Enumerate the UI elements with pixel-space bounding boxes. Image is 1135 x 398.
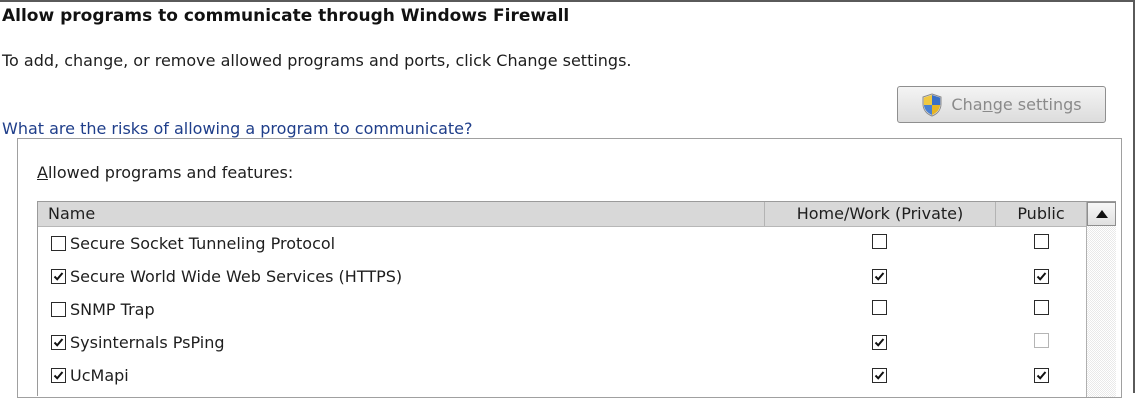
column-header-private[interactable]: Home/Work (Private): [765, 202, 996, 226]
table-header: Name Home/Work (Private) Public: [38, 202, 1086, 227]
checkmark-icon: [53, 338, 64, 347]
column-header-public[interactable]: Public: [996, 202, 1086, 226]
allowed-programs-label: Allowed programs and features:: [37, 163, 294, 182]
program-name: UcMapi: [70, 366, 129, 385]
private-checkbox[interactable]: [872, 335, 887, 350]
private-cell: [872, 300, 887, 319]
checkmark-icon: [1036, 272, 1047, 281]
public-checkbox[interactable]: [1034, 269, 1049, 284]
table-row[interactable]: UcMapi: [38, 359, 1086, 392]
public-checkbox[interactable]: [1034, 300, 1049, 315]
checkmark-icon: [1036, 371, 1047, 380]
enabled-checkbox[interactable]: [51, 368, 66, 383]
private-cell: [872, 234, 887, 253]
public-checkbox: [1034, 333, 1049, 348]
private-checkbox[interactable]: [872, 300, 887, 315]
change-settings-label: Change settings: [951, 95, 1082, 114]
program-cell: Secure Socket Tunneling Protocol: [51, 234, 335, 253]
checkmark-icon: [53, 272, 64, 281]
public-cell: [1034, 234, 1049, 253]
checkmark-icon: [53, 371, 64, 380]
public-cell: [1034, 333, 1049, 352]
private-checkbox[interactable]: [872, 368, 887, 383]
enabled-checkbox[interactable]: [51, 269, 66, 284]
checkmark-icon: [874, 272, 885, 281]
window-frame-top: [0, 0, 1135, 2]
public-cell: [1034, 366, 1049, 385]
enabled-checkbox[interactable]: [51, 236, 66, 251]
table-row[interactable]: Secure World Wide Web Services (HTTPS): [38, 260, 1086, 293]
page-description: To add, change, or remove allowed progra…: [2, 51, 632, 70]
column-header-name[interactable]: Name: [38, 202, 765, 226]
table-row[interactable]: Sysinternals PsPing: [38, 326, 1086, 359]
uac-shield-icon: [922, 92, 942, 117]
page-title: Allow programs to communicate through Wi…: [2, 6, 570, 26]
enabled-checkbox[interactable]: [51, 335, 66, 350]
program-cell: SNMP Trap: [51, 300, 155, 319]
program-name: Sysinternals PsPing: [70, 333, 225, 352]
private-checkbox[interactable]: [872, 234, 887, 249]
public-checkbox[interactable]: [1034, 234, 1049, 249]
program-name: SNMP Trap: [70, 300, 155, 319]
public-cell: [1034, 300, 1049, 319]
public-checkbox[interactable]: [1034, 368, 1049, 383]
program-name: Secure Socket Tunneling Protocol: [70, 234, 336, 253]
allowed-programs-list: Name Home/Work (Private) Public Secure S…: [37, 201, 1116, 397]
checkmark-icon: [874, 371, 885, 380]
change-settings-button[interactable]: Change settings: [897, 86, 1106, 123]
checkmark-icon: [874, 338, 885, 347]
table-row[interactable]: SNMP Trap: [38, 293, 1086, 326]
private-cell: [872, 333, 887, 352]
program-cell: Secure World Wide Web Services (HTTPS): [51, 267, 402, 286]
scroll-up-arrow-icon: [1095, 210, 1108, 218]
risks-help-link[interactable]: What are the risks of allowing a program…: [2, 119, 473, 138]
program-cell: UcMapi: [51, 366, 129, 385]
vertical-scrollbar[interactable]: [1086, 202, 1116, 397]
enabled-checkbox[interactable]: [51, 302, 66, 317]
program-cell: Sysinternals PsPing: [51, 333, 225, 352]
private-cell: [872, 366, 887, 385]
scroll-up-button[interactable]: [1087, 202, 1116, 226]
private-checkbox[interactable]: [872, 269, 887, 284]
program-name: Secure World Wide Web Services (HTTPS): [70, 267, 403, 286]
public-cell: [1034, 267, 1049, 286]
table-row[interactable]: Secure Socket Tunneling Protocol: [38, 227, 1086, 260]
private-cell: [872, 267, 887, 286]
